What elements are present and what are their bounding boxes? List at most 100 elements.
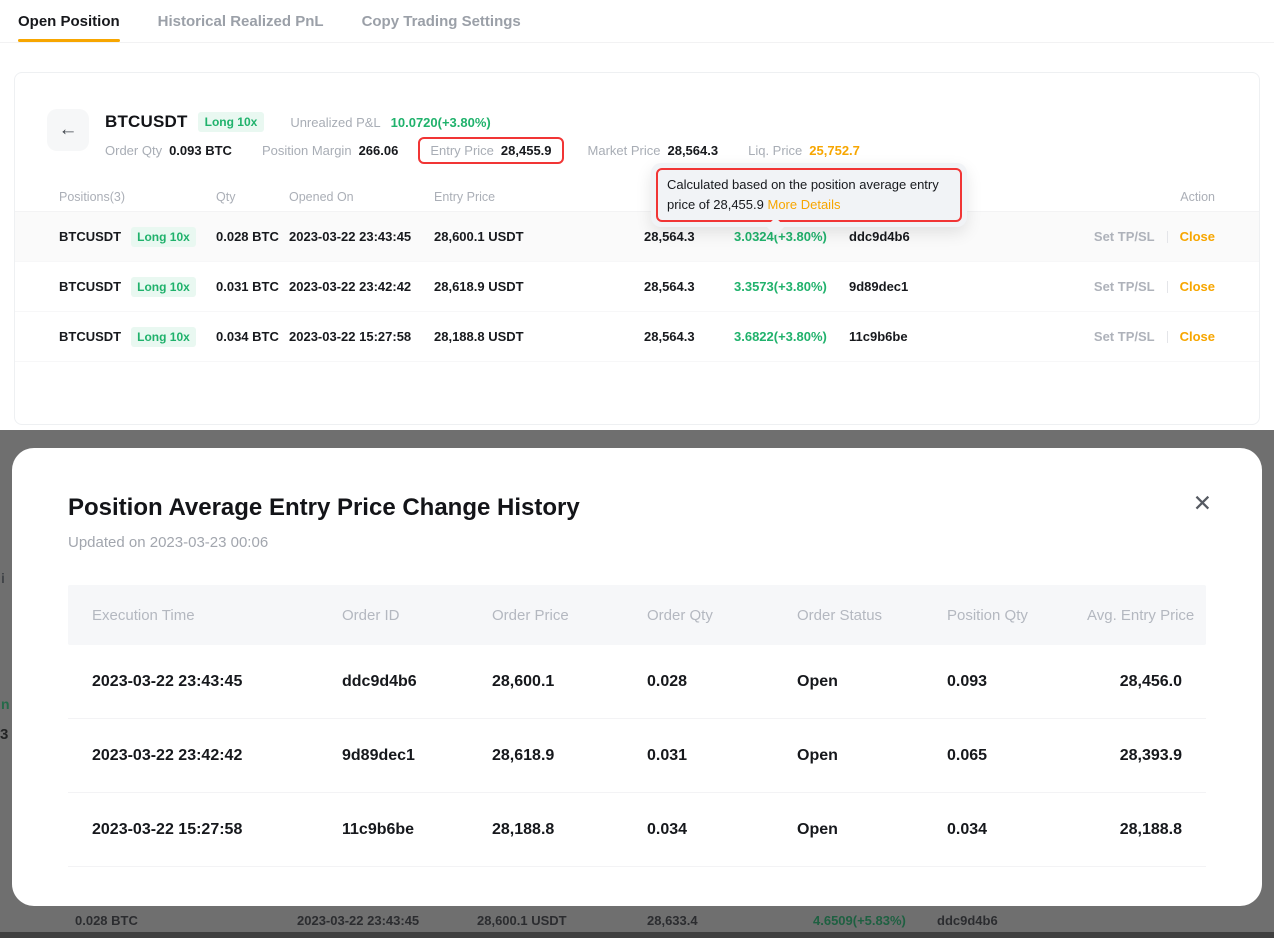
history-table-header: Execution Time Order ID Order Price Orde…	[68, 585, 1206, 645]
cell-order-price: 28,600.1	[492, 673, 647, 691]
close-position-button[interactable]: Close	[1180, 279, 1215, 294]
cell-order-id: 9d89dec1	[342, 747, 492, 765]
unrealized-pnl-label: Unrealized P&L	[290, 115, 380, 130]
row-unrealized-pnl: 3.3573(+3.80%)	[734, 279, 849, 294]
row-entry-price: 28,600.1 USDT	[434, 229, 644, 244]
liq-price-value: 25,752.7	[809, 143, 860, 158]
row-symbol: BTCUSDT	[59, 329, 121, 344]
cell-avg-entry-price: 28,456.0	[1087, 673, 1182, 691]
set-tpsl-button[interactable]: Set TP/SL	[1094, 229, 1155, 244]
cell-execution-time: 2023-03-22 23:43:45	[92, 673, 342, 691]
row-unrealized-pnl: 3.0324(+3.80%)	[734, 229, 849, 244]
background-fragment: n	[1, 696, 10, 712]
row-order-id: 11c9b6be	[849, 329, 1009, 344]
side-leverage-badge: Long 10x	[198, 112, 265, 132]
row-order-id: ddc9d4b6	[849, 229, 1009, 244]
set-tpsl-button[interactable]: Set TP/SL	[1094, 329, 1155, 344]
row-opened-on: 2023-03-22 15:27:58	[289, 329, 434, 344]
row-side-badge: Long 10x	[131, 227, 196, 247]
header-qty: Qty	[216, 190, 289, 204]
row-opened-on: 2023-03-22 23:42:42	[289, 279, 434, 294]
back-button[interactable]: ←	[47, 109, 89, 151]
header-entry-price: Entry Price	[434, 190, 644, 204]
cell-position-qty: 0.065	[947, 747, 1087, 765]
cell-order-qty: 0.034	[647, 821, 797, 839]
history-row: 2023-03-22 23:43:45 ddc9d4b6 28,600.1 0.…	[68, 645, 1206, 719]
market-price-value: 28,564.3	[667, 143, 718, 158]
set-tpsl-button[interactable]: Set TP/SL	[1094, 279, 1155, 294]
entry-price-history-table: Execution Time Order ID Order Price Orde…	[68, 585, 1206, 867]
row-symbol: BTCUSDT	[59, 279, 121, 294]
bg-qty: 0.028 BTC	[75, 913, 138, 928]
position-margin-value: 266.06	[359, 143, 399, 158]
position-row: BTCUSDT Long 10x 0.028 BTC 2023-03-22 23…	[15, 212, 1259, 262]
positions-table: Positions(3) Qty Opened On Entry Price A…	[15, 182, 1259, 362]
row-qty: 0.028 BTC	[216, 229, 289, 244]
tooltip-annotation-box: Calculated based on the position average…	[656, 168, 962, 222]
row-entry-price: 28,618.9 USDT	[434, 279, 644, 294]
entry-price-label: Entry Price	[430, 143, 494, 158]
cell-order-price: 28,618.9	[492, 747, 647, 765]
row-market-price: 28,564.3	[644, 279, 734, 294]
arrow-left-icon: ←	[59, 119, 78, 141]
bg-unrealized-pnl: 4.6509(+5.83%)	[813, 913, 906, 928]
entry-price-value: 28,455.9	[501, 143, 552, 158]
row-symbol: BTCUSDT	[59, 229, 121, 244]
close-icon[interactable]: ✕	[1193, 492, 1212, 515]
row-market-price: 28,564.3	[644, 229, 734, 244]
tab-copy-trading-settings[interactable]: Copy Trading Settings	[362, 0, 521, 42]
header-execution-time: Execution Time	[92, 607, 342, 624]
market-price-label: Market Price	[588, 143, 661, 158]
tab-open-position[interactable]: Open Position	[18, 0, 120, 42]
close-position-button[interactable]: Close	[1180, 229, 1215, 244]
position-summary: ← BTCUSDT Long 10x Unrealized P&L 10.072…	[15, 73, 1259, 158]
order-qty-value: 0.093 BTC	[169, 143, 232, 158]
entry-price-tooltip: Calculated based on the position average…	[651, 163, 967, 227]
cell-order-qty: 0.028	[647, 673, 797, 691]
row-qty: 0.031 BTC	[216, 279, 289, 294]
cell-position-qty: 0.034	[947, 821, 1087, 839]
history-row: 2023-03-22 23:42:42 9d89dec1 28,618.9 0.…	[68, 719, 1206, 793]
row-opened-on: 2023-03-22 23:43:45	[289, 229, 434, 244]
bg-market-price: 28,633.4	[647, 913, 698, 928]
bg-entry-price: 28,600.1 USDT	[477, 913, 567, 928]
history-row: 2023-03-22 15:27:58 11c9b6be 28,188.8 0.…	[68, 793, 1206, 867]
close-position-button[interactable]: Close	[1180, 329, 1215, 344]
background-fragment: 3	[0, 726, 8, 743]
row-unrealized-pnl: 3.6822(+3.80%)	[734, 329, 849, 344]
position-margin-label: Position Margin	[262, 143, 352, 158]
cell-position-qty: 0.093	[947, 673, 1087, 691]
modal-backdrop[interactable]: i n 3 0.028 BTC 2023-03-22 23:43:45 28,6…	[0, 430, 1274, 938]
header-opened-on: Opened On	[289, 190, 434, 204]
position-symbol: BTCUSDT	[105, 112, 188, 132]
row-side-badge: Long 10x	[131, 327, 196, 347]
bg-order-id: ddc9d4b6	[937, 913, 998, 928]
background-fragment: i	[1, 570, 5, 586]
header-order-status: Order Status	[797, 607, 947, 624]
tab-historical-realized-pnl[interactable]: Historical Realized PnL	[158, 0, 324, 42]
header-action: Action	[1009, 190, 1215, 204]
action-divider	[1167, 231, 1168, 243]
unrealized-pnl-value: 10.0720(+3.80%)	[391, 115, 491, 130]
cell-execution-time: 2023-03-22 23:42:42	[92, 747, 342, 765]
modal-updated-on: Updated on 2023-03-23 00:06	[68, 534, 1206, 551]
row-order-id: 9d89dec1	[849, 279, 1009, 294]
more-details-link[interactable]: More Details	[767, 197, 840, 212]
cell-order-status: Open	[797, 747, 947, 765]
positions-table-header: Positions(3) Qty Opened On Entry Price A…	[15, 182, 1259, 212]
entry-price-annotation-box: Entry Price 28,455.9	[418, 137, 563, 164]
header-order-price: Order Price	[492, 607, 647, 624]
modal-title: Position Average Entry Price Change Hist…	[68, 494, 1206, 522]
action-divider	[1167, 331, 1168, 343]
row-side-badge: Long 10x	[131, 277, 196, 297]
action-divider	[1167, 281, 1168, 293]
cell-avg-entry-price: 28,393.9	[1087, 747, 1182, 765]
backdrop-bottom-shade	[0, 932, 1274, 938]
cell-order-price: 28,188.8	[492, 821, 647, 839]
header-positions: Positions(3)	[59, 190, 216, 204]
order-qty-label: Order Qty	[105, 143, 162, 158]
cell-order-id: ddc9d4b6	[342, 673, 492, 691]
cell-order-status: Open	[797, 673, 947, 691]
position-row: BTCUSDT Long 10x 0.031 BTC 2023-03-22 23…	[15, 262, 1259, 312]
header-position-qty: Position Qty	[947, 607, 1087, 624]
